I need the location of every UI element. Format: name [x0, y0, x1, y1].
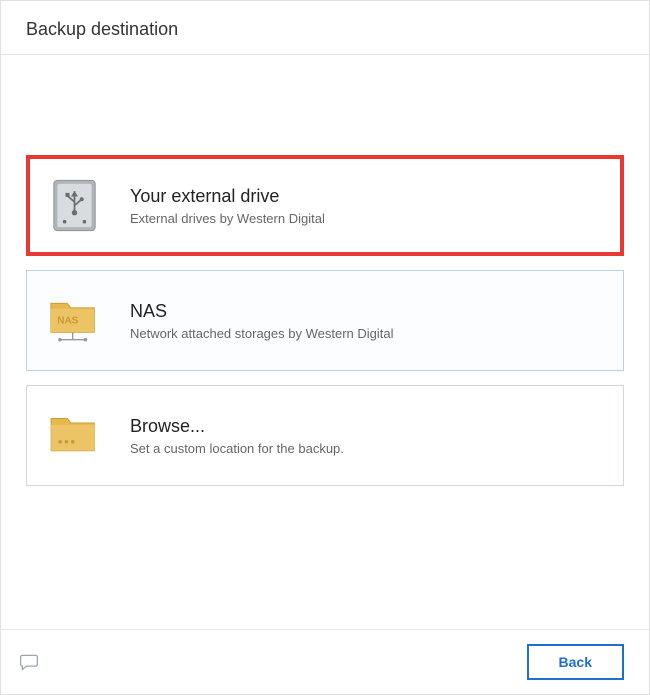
option-title: Browse...: [130, 416, 344, 437]
option-browse[interactable]: Browse... Set a custom location for the …: [26, 385, 624, 486]
option-text: Browse... Set a custom location for the …: [130, 416, 344, 456]
option-external-drive[interactable]: Your external drive External drives by W…: [26, 155, 624, 256]
chat-bubble-icon[interactable]: [19, 652, 39, 672]
option-desc: Set a custom location for the backup.: [130, 441, 344, 456]
footer: Back: [1, 629, 649, 694]
page-title: Backup destination: [26, 19, 624, 40]
option-nas[interactable]: NAS NAS Network attached storages by Wes…: [26, 270, 624, 371]
svg-text:NAS: NAS: [57, 315, 78, 326]
option-text: Your external drive External drives by W…: [130, 186, 325, 226]
external-drive-icon: [47, 178, 102, 233]
page-header: Backup destination: [1, 1, 649, 55]
back-button[interactable]: Back: [527, 644, 624, 680]
option-title: Your external drive: [130, 186, 325, 207]
option-title: NAS: [130, 301, 394, 322]
option-desc: External drives by Western Digital: [130, 211, 325, 226]
options-list: Your external drive External drives by W…: [1, 55, 649, 629]
option-text: NAS Network attached storages by Western…: [130, 301, 394, 341]
browse-folder-icon: [47, 408, 102, 463]
nas-folder-icon: NAS: [47, 293, 102, 348]
option-desc: Network attached storages by Western Dig…: [130, 326, 394, 341]
